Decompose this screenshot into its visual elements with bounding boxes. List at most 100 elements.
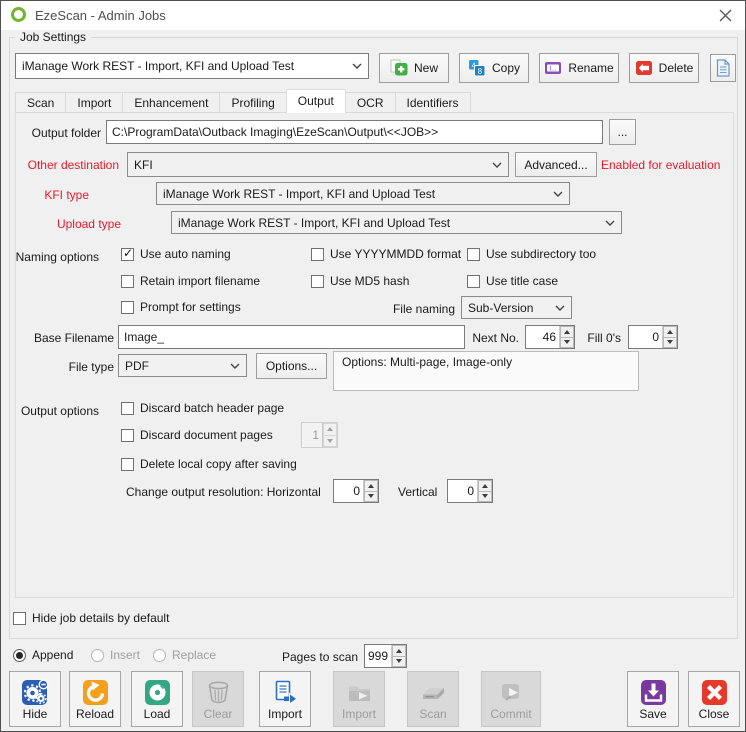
ezescan-logo-icon [11, 7, 26, 22]
commit-button: Commit [481, 671, 541, 727]
scan-button: Scan [407, 671, 459, 727]
job-details-button[interactable] [710, 54, 736, 82]
base-filename-input[interactable]: Image_ [118, 325, 465, 349]
radio-replace: Replace [153, 647, 216, 663]
load-button[interactable]: Load [131, 671, 183, 727]
other-destination-value: KFI [134, 158, 153, 172]
checkbox-retain-import-filename[interactable]: Retain import filename [121, 273, 260, 289]
tab-import[interactable]: Import [65, 92, 123, 113]
chevron-down-icon [605, 220, 615, 226]
checkbox-discard-batch-header-page[interactable]: Discard batch header page [121, 400, 284, 416]
ezescan-admin-jobs-window: EzeScan - Admin Jobs Job Settings iManag… [0, 0, 746, 732]
hide-icon [22, 679, 49, 706]
close-button[interactable]: Close [688, 671, 740, 727]
browse-button[interactable]: ... [609, 119, 636, 145]
tab-enhancement[interactable]: Enhancement [122, 92, 220, 113]
copy-button[interactable]: 48 Copy [459, 53, 529, 83]
save-button[interactable]: Save [627, 671, 679, 727]
close-x-icon [719, 9, 732, 22]
fill-zeros-spinner[interactable]: 0 [628, 325, 678, 349]
reload-button[interactable]: Reload [69, 671, 121, 727]
chevron-down-icon [553, 191, 563, 197]
checkbox-box [467, 248, 480, 261]
commit-button-label: Commit [490, 707, 531, 721]
checkbox-use-auto-naming[interactable]: Use auto naming [121, 246, 231, 262]
delete-button[interactable]: Delete [629, 53, 699, 83]
checkbox-box [121, 458, 134, 471]
tab-profiling[interactable]: Profiling [219, 92, 286, 113]
spinner-up-button[interactable] [392, 645, 406, 657]
output-folder-input[interactable]: C:\ProgramData\Outback Imaging\EzeScan\O… [106, 120, 603, 144]
radio-append[interactable]: Append [13, 647, 73, 663]
import-button[interactable]: Import [259, 671, 311, 727]
clear-button-label: Clear [204, 707, 233, 721]
evaluation-note: Enabled for evaluation [601, 158, 720, 172]
delete-icon [635, 59, 653, 77]
spinner-up-button[interactable] [663, 326, 677, 338]
spinner-down-button[interactable] [364, 492, 378, 503]
upload-type-select[interactable]: iManage Work REST - Import, KFI and Uplo… [171, 211, 622, 234]
tab-identifiers[interactable]: Identifiers [395, 92, 471, 113]
copy-icon: 48 [468, 59, 486, 77]
import-job-button: Import [333, 671, 385, 727]
new-button[interactable]: New [379, 53, 449, 83]
spinner-down-button[interactable] [478, 492, 492, 503]
spinner-up-button[interactable] [478, 480, 492, 492]
horizontal-resolution-spinner[interactable]: 0 [333, 479, 379, 503]
output-options-label: Output options [13, 404, 99, 418]
import-document-icon [272, 679, 299, 706]
new-icon [390, 59, 408, 77]
file-naming-value: Sub-Version [468, 301, 533, 315]
checkbox-use-subdirectory-too[interactable]: Use subdirectory too [467, 246, 596, 262]
rename-button[interactable]: I... Rename [539, 53, 619, 83]
checkbox-discard-document-pages[interactable]: Discard document pages [121, 427, 273, 443]
base-filename-value: Image_ [124, 330, 164, 344]
next-no-spinner[interactable]: 46 [525, 325, 575, 349]
tab-ocr[interactable]: OCR [345, 92, 396, 113]
vertical-resolution-spinner[interactable]: 0 [447, 479, 493, 503]
rename-button-label: Rename [568, 61, 613, 75]
vertical-label: Vertical [398, 485, 437, 499]
checkbox-label: Use YYYYMMDD format [330, 247, 461, 261]
checkbox-use-title-case[interactable]: Use title case [467, 273, 558, 289]
load-icon [144, 679, 171, 706]
scanner-icon [420, 679, 447, 706]
browse-button-label: ... [617, 125, 627, 139]
save-button-label: Save [639, 707, 666, 721]
checkbox-use-md5-hash[interactable]: Use MD5 hash [311, 273, 409, 289]
file-naming-select[interactable]: Sub-Version [461, 296, 572, 319]
tab-scan[interactable]: Scan [15, 92, 66, 113]
file-naming-label: File naming [359, 302, 455, 316]
spinner-down-button[interactable] [392, 657, 406, 668]
checkbox-box [121, 248, 134, 261]
spinner-down-button[interactable] [560, 338, 574, 349]
checkbox-hide-job-details[interactable]: Hide job details by default [13, 610, 169, 626]
spinner-buttons [662, 326, 677, 348]
close-icon [701, 679, 728, 706]
spinner-down-button[interactable] [663, 338, 677, 349]
job-select[interactable]: iManage Work REST - Import, KFI and Uplo… [15, 53, 369, 79]
checkbox-delete-local-copy[interactable]: Delete local copy after saving [121, 456, 297, 472]
window-close-button[interactable] [709, 3, 741, 28]
radio-circle [91, 649, 104, 662]
job-settings-group-label: Job Settings [15, 30, 91, 44]
advanced-button[interactable]: Advanced... [515, 152, 597, 177]
pages-to-scan-spinner[interactable]: 999 [364, 644, 407, 668]
other-destination-select[interactable]: KFI [127, 152, 509, 177]
spinner-up-button[interactable] [364, 480, 378, 492]
radio-circle [13, 649, 26, 662]
checkbox-prompt-for-settings[interactable]: Prompt for settings [121, 299, 241, 315]
options-summary-panel: Options: Multi-page, Image-only [333, 351, 639, 391]
kfi-type-select[interactable]: iManage Work REST - Import, KFI and Uplo… [156, 182, 570, 205]
spinner-buttons [559, 326, 574, 348]
checkbox-box [121, 275, 134, 288]
hide-button[interactable]: Hide [9, 671, 61, 727]
tab-output[interactable]: Output [286, 89, 346, 113]
options-button[interactable]: Options... [256, 353, 327, 379]
file-type-select[interactable]: PDF [118, 354, 247, 377]
checkbox-use-yyyymmdd-format[interactable]: Use YYYYMMDD format [311, 246, 461, 262]
naming-options-label: Naming options [13, 250, 99, 264]
spinner-up-button[interactable] [560, 326, 574, 338]
checkbox-label: Use subdirectory too [486, 247, 596, 261]
spinner-buttons [322, 423, 337, 447]
